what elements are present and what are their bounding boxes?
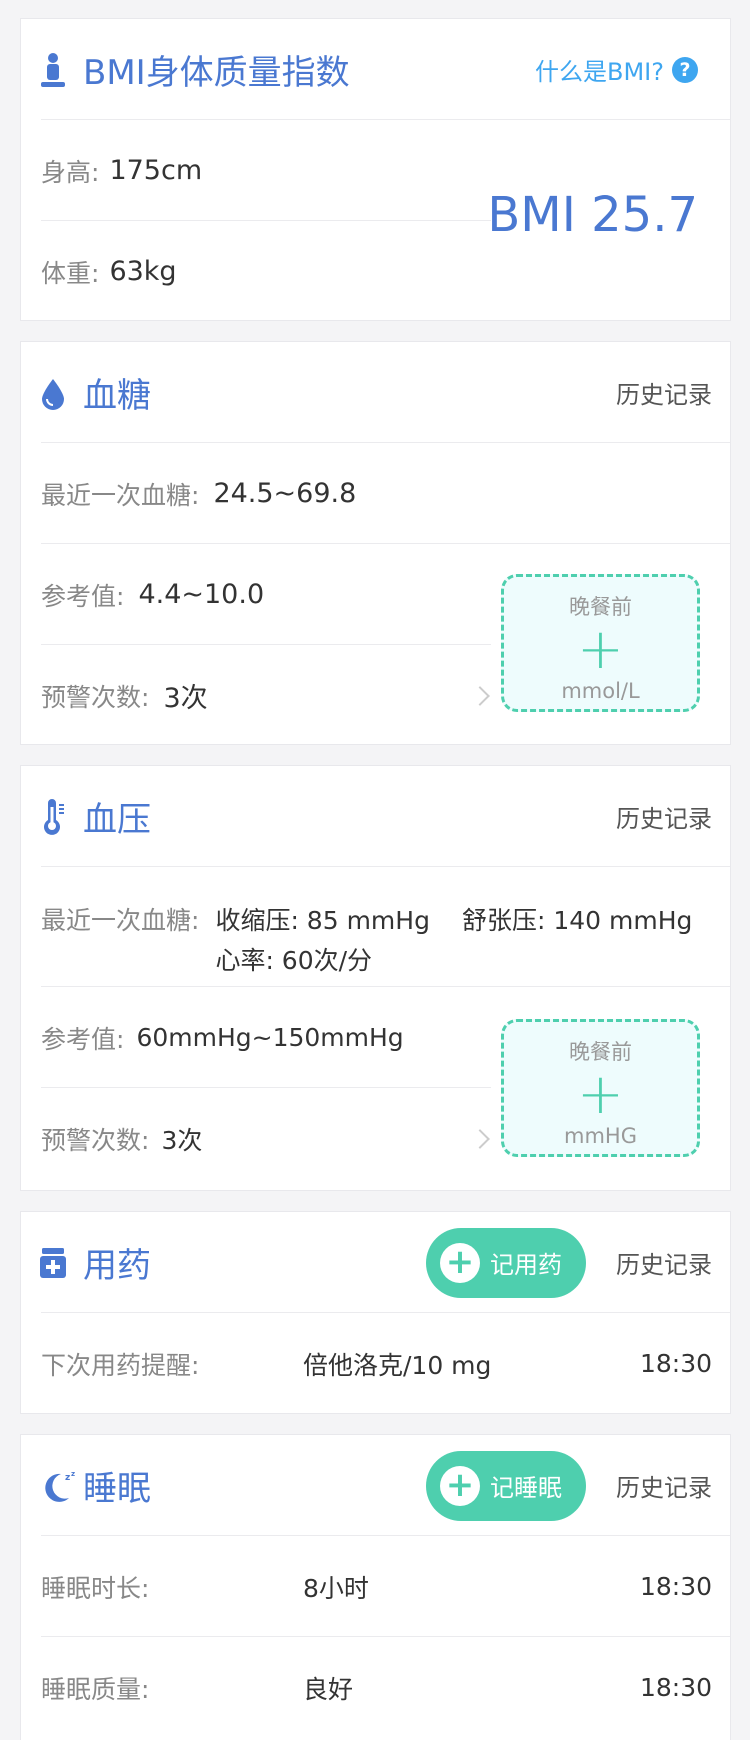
chevron-right-icon (470, 1128, 490, 1149)
weight-label: 体重: (41, 258, 100, 288)
next-medication-label: 下次用药提醒: (41, 1350, 200, 1380)
sleep-quality-label: 睡眠质量: (41, 1674, 150, 1704)
pressure-warn-value: 3次 (161, 1125, 203, 1155)
pressure-ref-value: 60mmHg~150mmHg (136, 1023, 404, 1052)
glucose-recent-row: 最近一次血糖: 24.5~69.8 (21, 443, 730, 544)
pressure-header: 血压 历史记录 (21, 766, 730, 867)
pressure-add-unit: mmHG (564, 1124, 637, 1148)
medication-header: 用药 + 记用药 历史记录 (21, 1212, 730, 1313)
medication-history-link[interactable]: 历史记录 (616, 1245, 712, 1280)
pressure-recent-label: 最近一次血糖: (41, 906, 200, 935)
svg-text:z: z (65, 1473, 70, 1483)
next-medication-time: 18:30 (639, 1349, 712, 1378)
pressure-add-button[interactable]: 晚餐前 + mmHG (501, 1019, 700, 1157)
sleep-quality-value: 良好 (303, 1674, 354, 1704)
sleep-header: z z 睡眠 + 记睡眠 历史记录 (21, 1435, 730, 1536)
sleep-title: 睡眠 (83, 1469, 151, 1509)
plus-icon: + (577, 617, 624, 682)
glucose-warn-label: 预警次数: (41, 682, 150, 712)
glucose-header: 血糖 历史记录 (21, 342, 730, 443)
add-sleep-button[interactable]: + 记睡眠 (426, 1450, 586, 1521)
sleep-duration-row: 睡眠时长: 8小时 18:30 (21, 1536, 730, 1637)
bmi-header: BMI身体质量指数 什么是BMI? ? (21, 19, 730, 120)
sleep-quality-row: 睡眠质量: 良好 18:30 (21, 1637, 730, 1738)
diastolic-value: 舒张压: 140 mmHg (461, 906, 693, 935)
bmi-title: BMI身体质量指数 (83, 53, 350, 93)
medicine-box-icon (39, 1245, 67, 1281)
add-sleep-label: 记睡眠 (490, 1474, 562, 1502)
add-medication-button[interactable]: + 记用药 (426, 1227, 586, 1298)
thermometer-icon (39, 798, 67, 835)
plus-icon: + (440, 1242, 480, 1283)
medication-title: 用药 (83, 1246, 151, 1286)
sleep-duration-value: 8小时 (303, 1573, 369, 1603)
glucose-recent-label: 最近一次血糖: (41, 480, 200, 510)
glucose-recent-value: 24.5~69.8 (213, 478, 357, 509)
what-is-bmi-label: 什么是BMI? (535, 58, 664, 86)
systolic-value: 收缩压: 85 mmHg (215, 906, 430, 935)
pressure-readings: 收缩压: 85 mmHg 舒张压: 140 mmHg 心率: 60次/分 (215, 901, 692, 977)
what-is-bmi-link[interactable]: 什么是BMI? ? (535, 52, 698, 87)
glucose-card: 血糖 历史记录 最近一次血糖: 24.5~69.8 参考值: 4.4~10.0 … (20, 341, 731, 745)
glucose-warn-value: 3次 (163, 683, 208, 714)
pressure-ref-label: 参考值: (41, 1024, 125, 1054)
next-medication-drug: 倍他洛克/10 mg (303, 1350, 492, 1380)
medication-card: 用药 + 记用药 历史记录 下次用药提醒: 倍他洛克/10 mg 18:30 (20, 1211, 731, 1414)
glucose-add-unit: mmol/L (561, 679, 640, 703)
sleep-history-link[interactable]: 历史记录 (616, 1468, 712, 1503)
chevron-right-icon (470, 685, 490, 706)
heart-rate-value: 心率: 60次/分 (215, 946, 373, 975)
pressure-warn-label: 预警次数: (41, 1125, 150, 1155)
bmi-card: BMI身体质量指数 什么是BMI? ? 身高: 175cm 体重: 63kg B… (20, 18, 731, 321)
person-icon (39, 52, 67, 88)
glucose-add-button[interactable]: 晚餐前 + mmol/L (501, 574, 700, 712)
sleep-duration-time: 18:30 (639, 1572, 712, 1601)
help-circle-icon: ? (672, 56, 698, 83)
plus-icon: + (577, 1062, 624, 1127)
glucose-history-link[interactable]: 历史记录 (616, 375, 712, 410)
pressure-recent-row: 最近一次血糖: 收缩压: 85 mmHg 舒张压: 140 mmHg 心率: 6… (21, 867, 730, 987)
glucose-ref-value: 4.4~10.0 (138, 579, 265, 610)
height-label: 身高: (41, 157, 100, 187)
sleep-card: z z 睡眠 + 记睡眠 历史记录 睡眠时长: 8小时 18:30 睡眠质量: … (20, 1434, 731, 1740)
svg-text:z: z (71, 1470, 75, 1478)
moon-sleep-icon: z z (39, 1468, 79, 1504)
sleep-duration-label: 睡眠时长: (41, 1573, 150, 1603)
glucose-ref-label: 参考值: (41, 581, 125, 611)
drop-icon (39, 375, 67, 411)
height-value: 175cm (109, 155, 203, 186)
sleep-quality-time: 18:30 (639, 1673, 712, 1702)
weight-value: 63kg (109, 256, 177, 287)
glucose-title: 血糖 (83, 376, 151, 416)
add-medication-label: 记用药 (490, 1251, 562, 1279)
bmi-value: BMI 25.7 (487, 187, 698, 243)
plus-icon: + (440, 1465, 480, 1506)
medication-next-row: 下次用药提醒: 倍他洛克/10 mg 18:30 (21, 1313, 730, 1414)
pressure-card: 血压 历史记录 最近一次血糖: 收缩压: 85 mmHg 舒张压: 140 mm… (20, 765, 731, 1191)
pressure-history-link[interactable]: 历史记录 (616, 799, 712, 834)
pressure-title: 血压 (83, 800, 151, 840)
